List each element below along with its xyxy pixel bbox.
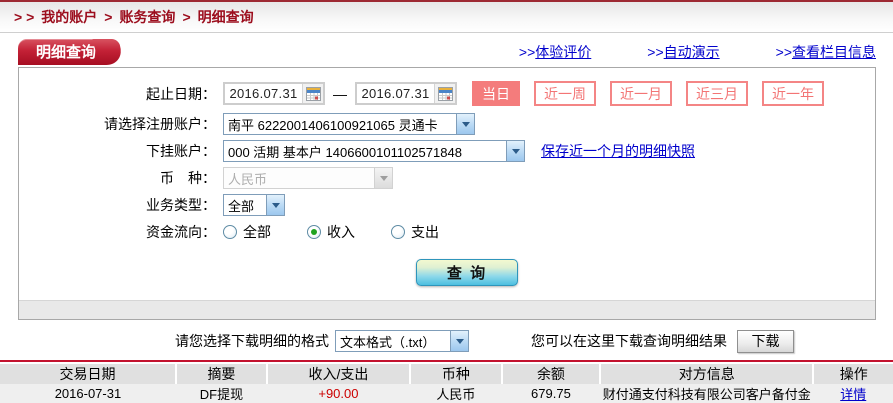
breadcrumb: > > 我的账户 > 账务查询 > 明细查询 (0, 2, 893, 33)
register-account-select[interactable]: 南平 6222001406100921065 灵通卡 (223, 113, 475, 135)
link-label: 体验评价 (535, 44, 591, 60)
cell-amount: +90.00 (267, 384, 410, 403)
flow-radio-all[interactable]: 全部 (223, 222, 271, 242)
breadcrumb-item-detail-query[interactable]: 明细查询 (198, 7, 254, 27)
flow-radio-income[interactable]: 收入 (307, 222, 355, 242)
biz-type-select[interactable]: 全部 (223, 194, 285, 216)
detail-link[interactable]: 详情 (840, 387, 866, 402)
sub-account-value: 000 活期 基本户 1406600101102571848 (224, 142, 506, 161)
download-format-value: 文本格式（.txt） (336, 332, 450, 351)
date-range-row: 起止日期： 2016.07.31 (19, 81, 875, 106)
col-header-balance: 余额 (502, 364, 600, 384)
calendar-icon[interactable] (434, 84, 455, 103)
flow-radio-all-label: 全部 (243, 222, 271, 242)
radio-icon (223, 225, 237, 239)
link-prefix: >> (776, 44, 792, 60)
flow-direction-label: 资金流向： (19, 222, 216, 242)
quick-range-quarter-button[interactable]: 近三月 (686, 81, 748, 106)
date-from-value: 2016.07.31 (225, 86, 302, 101)
date-range-dash: — (333, 86, 347, 102)
biz-type-value: 全部 (224, 196, 266, 215)
link-prefix: >> (647, 44, 663, 60)
sub-account-label: 下挂账户： (19, 141, 216, 161)
breadcrumb-item-my-account[interactable]: 我的账户 (41, 7, 97, 27)
flow-radio-expense-label: 支出 (411, 222, 439, 242)
download-format-label: 请您选择下载明细的格式 (175, 331, 329, 351)
link-experience-evaluation[interactable]: >>体验评价 (519, 42, 591, 62)
breadcrumb-prefix: > > (14, 9, 34, 25)
link-label: 查看栏目信息 (792, 44, 876, 60)
col-header-currency: 币种 (410, 364, 502, 384)
link-label: 自动演示 (664, 44, 720, 60)
download-button[interactable]: 下载 (737, 330, 794, 353)
chevron-down-icon (506, 141, 524, 161)
quick-range-week-button[interactable]: 近一周 (534, 81, 596, 106)
flow-direction-row: 资金流向： 全部 收入 支出 (19, 220, 875, 244)
radio-icon (391, 225, 405, 239)
register-account-label: 请选择注册账户： (19, 114, 216, 134)
sub-account-select[interactable]: 000 活期 基本户 1406600101102571848 (223, 140, 525, 162)
date-range-label: 起止日期： (19, 84, 216, 104)
save-snapshot-link[interactable]: 保存近一个月的明细快照 (541, 141, 695, 161)
biz-type-label: 业务类型： (19, 195, 216, 215)
breadcrumb-separator: > (104, 9, 112, 25)
biz-type-row: 业务类型： 全部 (19, 193, 875, 217)
date-to-value: 2016.07.31 (357, 86, 434, 101)
download-format-select[interactable]: 文本格式（.txt） (335, 330, 469, 352)
cell-counterparty: 财付通支付科技有限公司客户备付金 (600, 384, 813, 403)
panel-footer-strip (19, 300, 875, 319)
tab-title: 明细查询 (36, 41, 96, 62)
header-links: >>体验评价 >>自动演示 >>查看栏目信息 (519, 42, 876, 62)
flow-radio-expense[interactable]: 支出 (391, 222, 439, 242)
flow-radio-income-label: 收入 (327, 222, 355, 242)
chevron-down-icon (456, 114, 474, 134)
radio-checked-icon (307, 225, 321, 239)
col-header-summary: 摘要 (176, 364, 267, 384)
col-header-amount: 收入/支出 (267, 364, 410, 384)
quick-range-buttons: 当日 近一周 近一月 近三月 近一年 (472, 81, 824, 106)
cell-balance: 679.75 (502, 384, 600, 403)
sub-account-row: 下挂账户： 000 活期 基本户 1406600101102571848 保存近… (19, 139, 875, 163)
date-to-input[interactable]: 2016.07.31 (355, 82, 457, 105)
quick-range-year-button[interactable]: 近一年 (762, 81, 824, 106)
quick-range-today-button[interactable]: 当日 (472, 81, 520, 106)
link-prefix: >> (519, 44, 535, 60)
chevron-down-icon (450, 331, 468, 351)
table-header-row: 交易日期 摘要 收入/支出 币种 余额 对方信息 操作 (0, 364, 893, 384)
link-view-column-info[interactable]: >>查看栏目信息 (776, 42, 876, 62)
col-header-action: 操作 (813, 364, 893, 384)
query-button-row: 查 询 (19, 259, 875, 286)
date-from-input[interactable]: 2016.07.31 (223, 82, 325, 105)
cell-action: 详情 (813, 384, 893, 403)
chevron-down-icon (266, 195, 284, 215)
col-header-date: 交易日期 (0, 364, 176, 384)
calendar-icon[interactable] (302, 84, 323, 103)
tab-detail-query[interactable]: 明细查询 (18, 39, 106, 65)
download-hint: 您可以在这里下载查询明细结果 (531, 331, 727, 351)
cell-summary: DF提现 (176, 384, 267, 403)
table-row: 2016-07-31 DF提现 +90.00 人民币 679.75 财付通支付科… (0, 384, 893, 403)
currency-value: 人民币 (224, 169, 374, 188)
quick-range-month-button[interactable]: 近一月 (610, 81, 672, 106)
link-auto-demo[interactable]: >>自动演示 (647, 42, 719, 62)
result-table: 交易日期 摘要 收入/支出 币种 余额 对方信息 操作 2016-07-31 D… (0, 364, 893, 403)
chevron-down-icon (374, 168, 392, 188)
query-button[interactable]: 查 询 (416, 259, 518, 286)
breadcrumb-item-account-query[interactable]: 账务查询 (119, 7, 175, 27)
cell-date: 2016-07-31 (0, 384, 176, 403)
currency-row: 币 种： 人民币 (19, 166, 875, 190)
section-header: 明细查询 >>体验评价 >>自动演示 >>查看栏目信息 (18, 39, 876, 65)
currency-label: 币 种： (19, 168, 216, 188)
breadcrumb-separator: > (182, 9, 190, 25)
query-form-panel: 起止日期： 2016.07.31 (18, 67, 876, 320)
currency-select: 人民币 (223, 167, 393, 189)
col-header-counterparty: 对方信息 (600, 364, 813, 384)
result-divider (0, 360, 893, 362)
register-account-row: 请选择注册账户： 南平 6222001406100921065 灵通卡 (19, 112, 875, 136)
download-row: 请您选择下载明细的格式 文本格式（.txt） 您可以在这里下载查询明细结果 下载 (0, 329, 893, 353)
cell-currency: 人民币 (410, 384, 502, 403)
register-account-value: 南平 6222001406100921065 灵通卡 (224, 115, 456, 134)
